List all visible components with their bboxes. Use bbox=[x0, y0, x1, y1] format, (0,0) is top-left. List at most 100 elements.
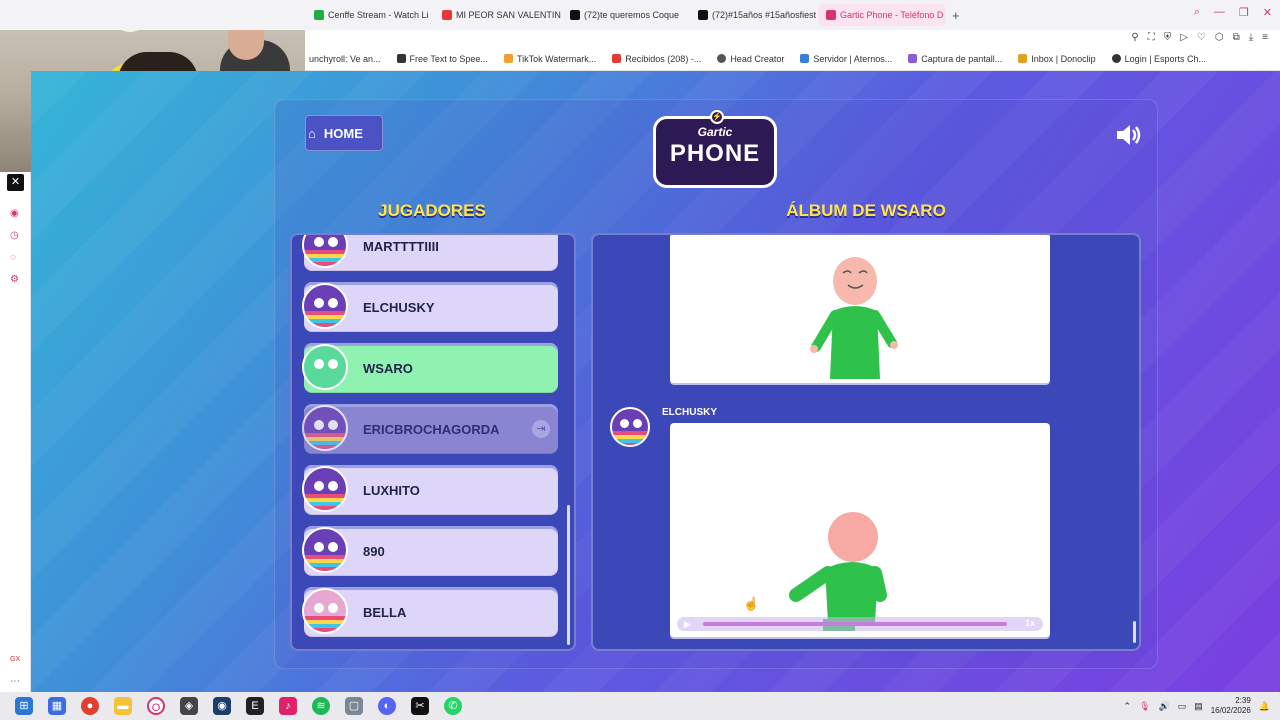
player-item[interactable]: ELCHUSKY bbox=[302, 282, 558, 332]
sound-button[interactable] bbox=[1113, 121, 1143, 149]
bookmark-item[interactable]: Head Creator bbox=[717, 54, 784, 64]
player-avatar bbox=[302, 527, 348, 573]
whatsapp-icon[interactable]: ✆ bbox=[444, 697, 462, 715]
bookmark-icon bbox=[396, 54, 406, 63]
history-icon[interactable]: ◷ bbox=[10, 230, 19, 241]
browser-tab-active[interactable]: Gartic Phone - Teléfono D bbox=[818, 4, 946, 26]
epic-games-icon[interactable]: E bbox=[246, 697, 264, 715]
extensions-icon[interactable]: ⧉ bbox=[1233, 32, 1240, 43]
player-item-current[interactable]: WSARO bbox=[302, 343, 558, 393]
browser-tab[interactable]: (72)te queremos Coque bbox=[562, 4, 690, 26]
speed-toggle[interactable]: 1x bbox=[1025, 618, 1035, 628]
bookmark-item[interactable]: Recibidos (208) -... bbox=[612, 54, 701, 64]
player-item[interactable]: MARTTTTIIII bbox=[302, 235, 558, 271]
home-icon: ⌂ bbox=[308, 125, 316, 141]
bookmark-item[interactable]: Captura de pantall... bbox=[908, 54, 1002, 64]
folder-icon[interactable]: ▬ bbox=[114, 697, 132, 715]
pin-icon[interactable]: ⚲ bbox=[1131, 32, 1138, 43]
tab-favicon bbox=[570, 10, 580, 20]
microphone-icon[interactable]: 🎙 bbox=[1139, 701, 1150, 712]
bookmark-icon bbox=[908, 54, 918, 63]
bookmark-item[interactable]: Free Text to Spee... bbox=[396, 54, 488, 64]
calendar-icon[interactable]: ▤ bbox=[1194, 701, 1203, 712]
player-avatar bbox=[302, 344, 348, 390]
players-scrollbar[interactable] bbox=[567, 505, 570, 645]
replay-bar: ▶ 1x bbox=[677, 617, 1043, 631]
app-icon[interactable]: ◈ bbox=[180, 697, 198, 715]
play-icon[interactable]: ▶ bbox=[684, 619, 691, 630]
bookmark-item[interactable]: Inbox | Donoclip bbox=[1018, 54, 1096, 64]
tiktok-icon[interactable]: ♪ bbox=[279, 697, 297, 715]
clock[interactable]: 2:39 16/02/2026 bbox=[1211, 696, 1251, 716]
browser-tab[interactable]: Cenffe Stream - Watch Li bbox=[306, 4, 434, 26]
player-item-left[interactable]: ERICBROCHAGORDA ⇥ bbox=[302, 404, 558, 454]
album-scrollbar[interactable] bbox=[1133, 621, 1136, 643]
screenshot-icon[interactable]: ⛶ bbox=[1148, 32, 1155, 43]
more-icon[interactable]: ⋯ bbox=[10, 676, 20, 687]
bookmark-icon bbox=[1111, 54, 1121, 63]
home-button[interactable]: ⌂ HOME bbox=[305, 115, 383, 151]
player-item[interactable]: BELLA bbox=[302, 587, 558, 637]
toolbar-icons: ⚲ ⛶ ⛨ ▷ ♡ ⬡ ⧉ ⤓ ≡ bbox=[1131, 32, 1268, 43]
chrome-icon[interactable]: ● bbox=[81, 697, 99, 715]
player-icon[interactable]: ◉ bbox=[10, 208, 19, 219]
menu-icon[interactable]: ≡ bbox=[1262, 32, 1268, 43]
opera-gx-icon[interactable]: O bbox=[147, 697, 165, 715]
steam-icon[interactable]: ◉ bbox=[213, 697, 231, 715]
album-drawing-2: ▶ 1x bbox=[670, 423, 1050, 637]
volume-icon[interactable]: 🔊 bbox=[1158, 701, 1169, 712]
download-icon[interactable]: ⤓ bbox=[1249, 32, 1253, 43]
start-icon[interactable]: ⊞ bbox=[15, 697, 33, 715]
notification-icon[interactable]: 🔔 bbox=[1259, 701, 1270, 712]
album-panel: ELCHUSKY ▶ 1x bbox=[591, 233, 1141, 651]
bookmark-icon bbox=[800, 54, 810, 63]
author-avatar bbox=[610, 407, 650, 447]
new-tab-button[interactable]: + bbox=[946, 8, 966, 23]
players-title: JUGADORES bbox=[378, 201, 486, 220]
player-name: ERICBROCHAGORDA bbox=[363, 421, 500, 437]
bookmark-label: Recibidos (208) -... bbox=[625, 53, 702, 64]
player-name: LUXHITO bbox=[363, 482, 420, 498]
replay-track[interactable] bbox=[703, 622, 1007, 626]
shield-icon[interactable]: ⛨ bbox=[1164, 32, 1172, 43]
store-icon[interactable]: ▦ bbox=[48, 697, 66, 715]
home-label: HOME bbox=[323, 125, 363, 141]
play-icon[interactable]: ▷ bbox=[1180, 32, 1188, 43]
heart-icon[interactable]: ♡ bbox=[1197, 32, 1206, 43]
settings-icon[interactable]: ⚙ bbox=[10, 274, 19, 285]
bookmark-item[interactable]: Servidor | Aternos... bbox=[800, 54, 892, 64]
bolt-icon: ⚡ bbox=[710, 110, 724, 124]
browser-tab[interactable]: (72)#15años #15añosfiest bbox=[690, 4, 818, 26]
chevron-up-icon[interactable]: ⌃ bbox=[1124, 701, 1132, 712]
x-twitter-icon[interactable]: ✕ bbox=[7, 174, 24, 191]
player-name: MARTTTTIIII bbox=[363, 238, 439, 254]
mouse-cursor-icon: ☝ bbox=[743, 596, 760, 611]
cube-icon[interactable]: ⬡ bbox=[1215, 32, 1224, 43]
system-tray: ⌃ 🎙 🔊 ▭ ▤ 2:39 16/02/2026 🔔 bbox=[1124, 696, 1271, 716]
player-item[interactable]: 890 bbox=[302, 526, 558, 576]
windows-taskbar: ⊞ ▦ ● ▬ O ◈ ◉ E ♪ ≋ ▢ ◐ ✂ ✆ ⌃ 🎙 🔊 ▭ ▤ 2:… bbox=[0, 692, 1280, 720]
search-icon[interactable]: ⌕ bbox=[1194, 6, 1200, 19]
window-icon[interactable]: ▢ bbox=[345, 697, 363, 715]
restore-icon[interactable]: ❐ bbox=[1239, 6, 1249, 19]
gx-icon[interactable]: GX bbox=[10, 656, 20, 663]
player-item[interactable]: LUXHITO bbox=[302, 465, 558, 515]
browser-tab[interactable]: MI PEOR SAN VALENTIN bbox=[434, 4, 562, 26]
discord-icon[interactable]: ◐ bbox=[378, 697, 396, 715]
tab-favicon bbox=[442, 10, 452, 20]
browser-tab-bar: Cenffe Stream - Watch Li MI PEOR SAN VAL… bbox=[0, 0, 1280, 30]
close-icon[interactable]: ✕ bbox=[1263, 6, 1272, 19]
gartic-phone-logo: ⚡ Gartic PHONE bbox=[653, 110, 777, 188]
tab-label: (72)te queremos Coque bbox=[584, 10, 680, 20]
minimize-icon[interactable]: — bbox=[1214, 6, 1225, 19]
chat-icon[interactable]: ◌ bbox=[10, 252, 16, 263]
spotify-icon[interactable]: ≋ bbox=[312, 697, 330, 715]
tab-label: (72)#15años #15añosfiest bbox=[712, 10, 817, 20]
capcut-icon[interactable]: ✂ bbox=[411, 697, 429, 715]
bookmark-item[interactable]: TikTok Watermark... bbox=[503, 54, 596, 64]
tab-favicon bbox=[826, 10, 836, 20]
logo-line-2: PHONE bbox=[669, 140, 761, 167]
bookmark-item[interactable]: Login | Esports Ch... bbox=[1111, 54, 1206, 64]
bookmark-item[interactable]: unchyroll: Ve an... bbox=[309, 54, 381, 64]
network-icon[interactable]: ▭ bbox=[1178, 701, 1187, 712]
